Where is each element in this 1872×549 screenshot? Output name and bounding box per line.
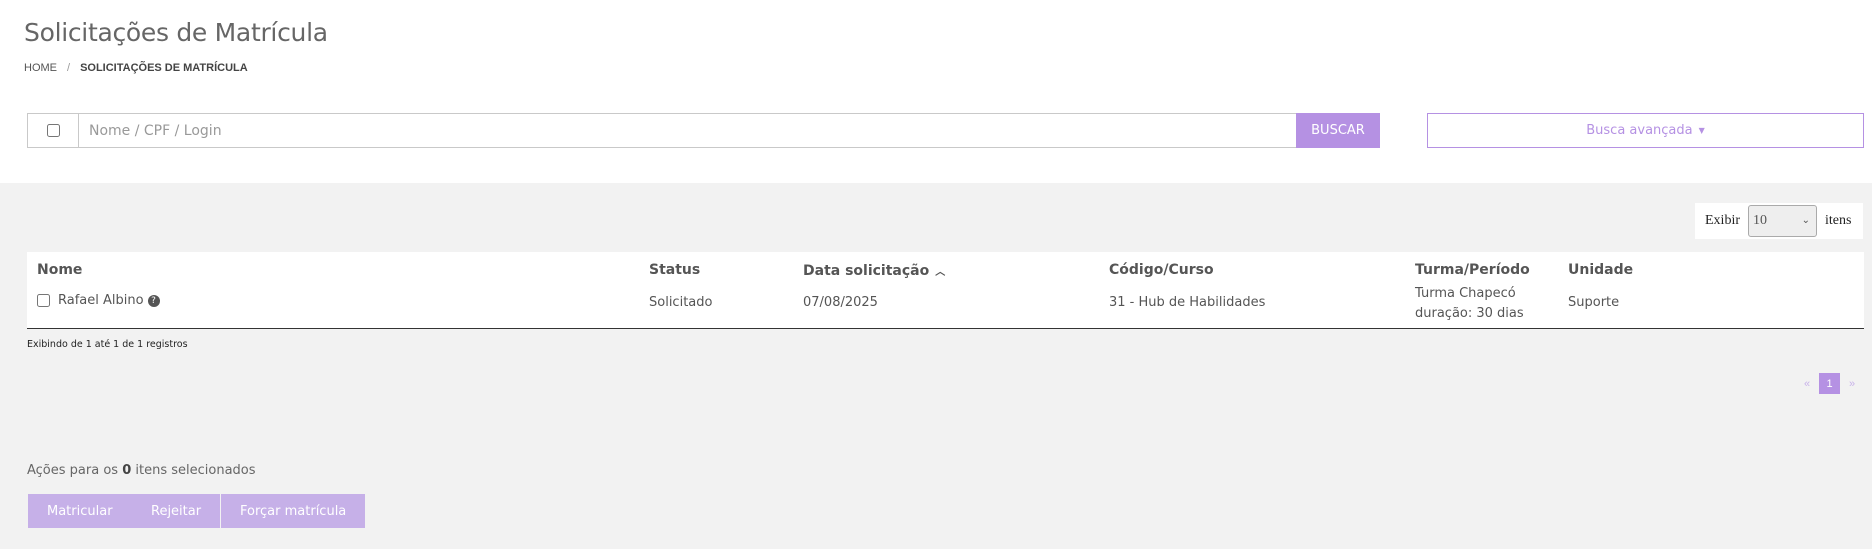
page-size-select[interactable]: 10 ⌄ xyxy=(1748,205,1817,237)
row-course: 31 - Hub de Habilidades xyxy=(1109,295,1266,310)
breadcrumb: HOME / SOLICITAÇÕES DE MATRÍCULA xyxy=(24,62,248,74)
sort-asc-icon: ︿ xyxy=(935,267,946,278)
column-header-course: Código/Curso xyxy=(1109,262,1214,278)
column-header-date[interactable]: Data solicitação ︿ xyxy=(803,263,945,279)
column-header-class: Turma/Período xyxy=(1415,262,1530,278)
breadcrumb-home-link[interactable]: HOME xyxy=(24,62,57,74)
bulk-actions-label: Ações para os 0 itens selecionados xyxy=(27,463,256,478)
caret-down-icon: ▼ xyxy=(1698,126,1705,135)
row-name-cell: Rafael Albino? xyxy=(58,293,160,308)
page-title: Solicitações de Matrícula xyxy=(24,18,328,47)
force-enroll-button[interactable]: Forçar matrícula xyxy=(221,494,366,528)
column-header-name: Nome xyxy=(37,262,83,278)
selected-count: 0 xyxy=(122,463,132,478)
select-all-cell xyxy=(28,114,79,147)
column-header-status: Status xyxy=(649,262,701,278)
bulk-actions-prefix: Ações para os xyxy=(27,463,119,478)
row-date: 07/08/2025 xyxy=(803,295,878,310)
chevron-down-icon: ⌄ xyxy=(1801,215,1810,226)
search-input[interactable] xyxy=(79,114,1339,147)
page-size-value: 10 xyxy=(1753,213,1767,228)
items-label: itens xyxy=(1825,213,1852,228)
breadcrumb-current: SOLICITAÇÕES DE MATRÍCULA xyxy=(80,62,248,74)
row-unit: Suporte xyxy=(1568,295,1620,310)
show-label: Exibir xyxy=(1705,213,1740,228)
row-name: Rafael Albino xyxy=(58,293,144,308)
column-header-date-label: Data solicitação xyxy=(803,263,930,279)
next-page-icon[interactable]: » xyxy=(1845,378,1859,390)
row-checkbox[interactable] xyxy=(37,294,50,307)
row-class-line1: Turma Chapecó xyxy=(1415,286,1516,301)
column-header-unit: Unidade xyxy=(1568,262,1634,278)
reject-button[interactable]: Rejeitar xyxy=(132,494,221,528)
prev-page-icon[interactable]: « xyxy=(1800,378,1814,390)
advanced-search-label: Busca avançada xyxy=(1586,123,1693,138)
content-area: Exibir 10 ⌄ itens Nome Status Data solic… xyxy=(0,183,1872,549)
advanced-search-button[interactable]: Busca avançada ▼ xyxy=(1427,113,1864,148)
help-icon[interactable]: ? xyxy=(147,295,160,307)
requests-table: Nome Status Data solicitação ︿ Código/Cur… xyxy=(27,252,1864,329)
header-section: Solicitações de Matrícula HOME / SOLICIT… xyxy=(0,0,1872,183)
records-info: Exibindo de 1 até 1 de 1 registros xyxy=(27,339,188,350)
bulk-actions-suffix: itens selecionados xyxy=(135,463,256,478)
page-button-current[interactable]: 1 xyxy=(1819,373,1840,394)
breadcrumb-separator: / xyxy=(67,62,71,74)
search-bar xyxy=(27,113,1380,148)
search-button[interactable]: BUSCAR xyxy=(1296,113,1380,148)
enroll-button[interactable]: Matricular xyxy=(28,494,132,528)
pagination: « 1 » xyxy=(1800,373,1859,394)
page-size-control: Exibir 10 ⌄ itens xyxy=(1695,203,1863,239)
row-class-line2: duração: 30 dias xyxy=(1415,306,1524,321)
row-status: Solicitado xyxy=(649,295,713,310)
select-all-checkbox[interactable] xyxy=(46,124,60,137)
